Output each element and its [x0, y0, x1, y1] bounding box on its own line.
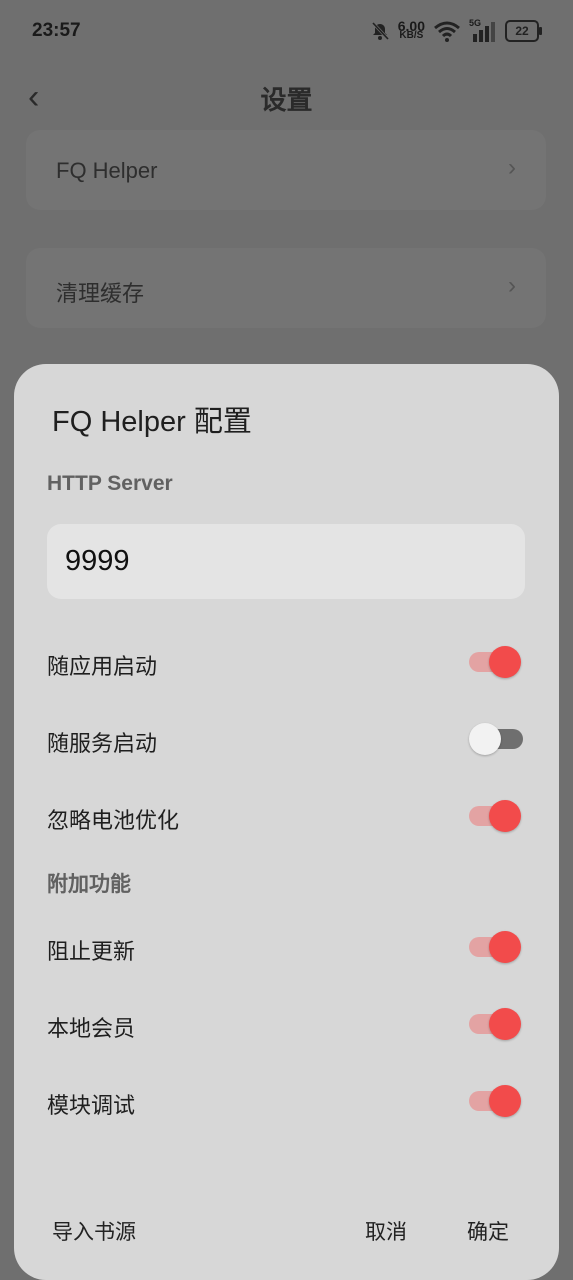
signal-icon: [473, 22, 495, 42]
extra-features-section: 附加功能: [47, 873, 131, 896]
dialog-title: FQ Helper 配置: [52, 406, 252, 438]
settings-item-label: 清理缓存: [56, 281, 145, 306]
settings-header: ‹ 设置: [0, 70, 573, 120]
toggle-row-start-with-service: 随服务启动: [47, 716, 525, 762]
port-input[interactable]: [47, 524, 525, 599]
battery-level: 22: [515, 24, 529, 38]
start-with-app-switch[interactable]: [469, 646, 521, 678]
settings-item-label: FQ Helper: [56, 158, 158, 183]
toggle-row-ignore-battery: 忽略电池优化: [47, 793, 525, 839]
module-debug-switch[interactable]: [469, 1085, 521, 1117]
cellular: 5G: [469, 18, 497, 42]
toggle-label: 本地会员: [47, 1016, 136, 1041]
config-dialog: FQ Helper 配置 HTTP Server 随应用启动 随服务启动 忽略电…: [14, 364, 559, 1280]
toggle-label: 模块调试: [47, 1093, 136, 1118]
battery-icon: 22: [505, 20, 542, 42]
ignore-battery-switch[interactable]: [469, 800, 521, 832]
status-icons: 6.00 KB/S 5G 22: [370, 18, 542, 42]
toggle-label: 阻止更新: [47, 939, 136, 964]
toggle-row-block-update: 阻止更新: [47, 924, 525, 970]
chevron-right-icon: ›: [508, 272, 516, 299]
confirm-button[interactable]: 确定: [467, 1216, 509, 1246]
http-server-section: HTTP Server: [47, 472, 173, 495]
toggle-label: 随应用启动: [47, 654, 158, 679]
local-vip-switch[interactable]: [469, 1008, 521, 1040]
cancel-button[interactable]: 取消: [365, 1216, 407, 1246]
start-with-service-switch[interactable]: [469, 723, 523, 755]
toggle-row-module-debug: 模块调试: [47, 1078, 525, 1124]
network-speed: 6.00 KB/S: [398, 19, 425, 41]
toggle-row-start-with-app: 随应用启动: [47, 639, 525, 685]
bell-muted-icon: [371, 21, 389, 41]
toggle-row-local-vip: 本地会员: [47, 1001, 525, 1047]
toggle-label: 随服务启动: [47, 731, 158, 756]
chevron-right-icon: ›: [508, 154, 516, 181]
toggle-label: 忽略电池优化: [47, 808, 180, 833]
settings-item-clear-cache[interactable]: 清理缓存 ›: [26, 248, 546, 328]
status-bar: 23:57 6.00 KB/S 5G 22: [0, 0, 573, 64]
speed-unit: KB/S: [399, 30, 424, 41]
block-update-switch[interactable]: [469, 931, 521, 963]
wifi-icon: [434, 21, 460, 42]
status-time: 23:57: [32, 20, 81, 41]
settings-title: 设置: [260, 85, 313, 115]
settings-item-fq-helper[interactable]: FQ Helper ›: [26, 130, 546, 210]
import-source-button[interactable]: 导入书源: [52, 1216, 136, 1246]
